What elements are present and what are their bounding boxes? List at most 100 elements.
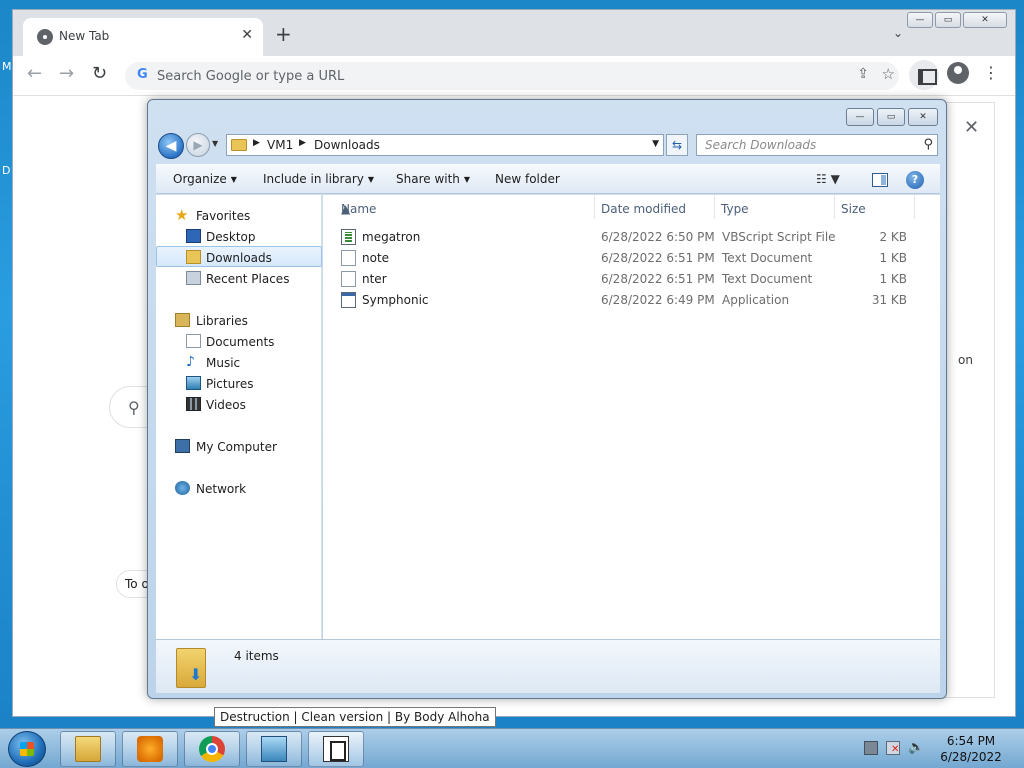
tab-new-tab[interactable]: New Tab ✕: [23, 18, 263, 56]
nav-label: Documents: [206, 335, 275, 349]
taskbar-explorer-button[interactable]: [60, 731, 116, 767]
taskbar-tooltip: Destruction | Clean version | By Body Al…: [214, 707, 496, 727]
file-row[interactable]: nter 6/28/2022 6:51 PM Text Document 1 K…: [323, 268, 940, 289]
nav-label: Videos: [206, 398, 246, 412]
dialog-close-icon[interactable]: ✕: [964, 117, 979, 138]
start-button[interactable]: [8, 731, 46, 767]
forward-button[interactable]: ▶: [186, 133, 210, 157]
volume-icon[interactable]: 🔈: [908, 741, 924, 755]
nav-item-desktop[interactable]: Desktop: [156, 226, 322, 247]
chrome-menu-icon[interactable]: ⋮: [983, 65, 999, 81]
file-row[interactable]: note 6/28/2022 6:51 PM Text Document 1 K…: [323, 247, 940, 268]
reload-icon[interactable]: ↻: [92, 64, 107, 84]
file-name: megatron: [362, 230, 421, 244]
taskbar-pictures-button[interactable]: [246, 731, 302, 767]
downloads-folder-large-icon: [176, 648, 206, 688]
maximize-button[interactable]: ▭: [877, 108, 905, 126]
preview-pane-icon[interactable]: [872, 173, 888, 187]
file-size: 1 KB: [879, 272, 907, 286]
maximize-button[interactable]: ▭: [935, 12, 961, 28]
taskbar-application-button[interactable]: [308, 731, 364, 767]
action-center-flag-icon[interactable]: [864, 741, 878, 755]
documents-icon: [186, 334, 201, 348]
nav-item-videos[interactable]: Videos: [156, 394, 322, 415]
column-header-type[interactable]: Type: [715, 195, 835, 219]
desktop-icon: [186, 229, 201, 243]
file-date: 6/28/2022 6:50 PM: [601, 230, 715, 244]
file-type: Text Document: [722, 251, 813, 265]
taskbar-chrome-button[interactable]: [184, 731, 240, 767]
tab-title: New Tab: [59, 29, 110, 43]
tab-close-icon[interactable]: ✕: [241, 27, 253, 43]
address-dropdown-icon[interactable]: ▼: [652, 139, 659, 149]
chrome-window-controls: — ▭ ✕: [907, 12, 1007, 28]
close-button[interactable]: ✕: [908, 108, 938, 126]
address-bar[interactable]: ▶ VM1 ▶ Downloads ▼: [226, 134, 664, 156]
nav-item-recent-places[interactable]: Recent Places: [156, 268, 322, 289]
file-row[interactable]: megatron 6/28/2022 6:50 PM VBScript Scri…: [323, 226, 940, 247]
nav-item-favorites[interactable]: ★ Favorites: [156, 205, 322, 226]
chrome-tab-strip: New Tab ✕ + ⌄ — ▭ ✕: [13, 10, 1015, 56]
new-tab-button[interactable]: +: [275, 24, 292, 44]
nav-label: Libraries: [196, 314, 248, 328]
network-disconnected-icon[interactable]: [886, 741, 900, 755]
share-with-button[interactable]: Share with ▼: [396, 172, 470, 186]
share-icon[interactable]: ⇪: [857, 66, 869, 82]
organize-button[interactable]: Organize ▼: [173, 172, 237, 186]
file-list: Name ▲ Date modified Type Size megatron …: [323, 195, 940, 639]
nav-item-libraries[interactable]: Libraries: [156, 310, 322, 331]
search-icon: ⚲: [923, 137, 933, 152]
nav-label: Recent Places: [206, 272, 290, 286]
music-note-icon: ♪: [186, 354, 195, 370]
column-label: Date modified: [601, 202, 687, 216]
column-header-name[interactable]: Name ▲: [335, 195, 595, 219]
explorer-window-controls: — ▭ ✕: [846, 108, 938, 126]
desktop-icon-label-fragment: D: [2, 164, 11, 177]
item-count: 4 items: [234, 649, 279, 663]
forward-arrow-icon[interactable]: →: [59, 64, 74, 84]
file-row[interactable]: Symphonic 6/28/2022 6:49 PM Application …: [323, 289, 940, 310]
nav-item-downloads[interactable]: Downloads: [156, 246, 322, 267]
include-in-library-button[interactable]: Include in library ▼: [263, 172, 374, 186]
clock[interactable]: 6:54 PM 6/28/2022: [940, 733, 1002, 765]
nav-item-documents[interactable]: Documents: [156, 331, 322, 352]
back-button[interactable]: ◀: [158, 133, 184, 159]
back-arrow-icon[interactable]: ←: [27, 64, 42, 84]
new-folder-button[interactable]: New folder: [495, 172, 560, 186]
search-placeholder: Search Downloads: [705, 138, 817, 152]
nav-item-my-computer[interactable]: My Computer: [156, 436, 322, 457]
folder-icon: [75, 736, 101, 762]
clock-time: 6:54 PM: [946, 734, 996, 748]
refresh-button[interactable]: ⇆: [666, 134, 688, 156]
side-panel-icon[interactable]: [909, 60, 939, 90]
application-window-icon: [323, 736, 349, 762]
breadcrumb-chevron-icon[interactable]: ▶: [253, 138, 260, 148]
help-icon[interactable]: ?: [906, 171, 924, 189]
tab-search-chevron-icon[interactable]: ⌄: [893, 26, 903, 40]
details-pane: 4 items: [156, 639, 940, 693]
omnibox[interactable]: G Search Google or type a URL ⇪ ☆: [125, 62, 899, 90]
minimize-button[interactable]: —: [846, 108, 874, 126]
breadcrumb-vm1[interactable]: VM1: [267, 138, 293, 152]
text-file-icon: [341, 250, 356, 266]
search-downloads-input[interactable]: Search Downloads ⚲: [696, 134, 938, 156]
column-header-size[interactable]: Size: [835, 195, 915, 219]
minimize-button[interactable]: —: [907, 12, 933, 28]
breadcrumb-downloads[interactable]: Downloads: [314, 138, 380, 152]
nav-label: Pictures: [206, 377, 254, 391]
taskbar-media-player-button[interactable]: [122, 731, 178, 767]
bookmark-star-icon[interactable]: ☆: [882, 65, 895, 83]
chevron-down-icon: ▼: [230, 175, 237, 184]
nav-item-pictures[interactable]: Pictures: [156, 373, 322, 394]
nav-item-network[interactable]: Network: [156, 478, 322, 499]
file-date: 6/28/2022 6:49 PM: [601, 293, 715, 307]
close-button[interactable]: ✕: [963, 12, 1007, 28]
desktop-icon-label-fragment: M: [2, 60, 12, 73]
breadcrumb-chevron-icon[interactable]: ▶: [299, 138, 306, 148]
profile-avatar-icon[interactable]: [947, 62, 969, 84]
nav-item-music[interactable]: ♪ Music: [156, 352, 322, 373]
file-name: Symphonic: [362, 293, 429, 307]
column-header-date-modified[interactable]: Date modified: [595, 195, 715, 219]
change-view-icon[interactable]: ☷ ▼: [816, 172, 840, 186]
recent-pages-chevron-icon[interactable]: ▼: [212, 139, 218, 148]
